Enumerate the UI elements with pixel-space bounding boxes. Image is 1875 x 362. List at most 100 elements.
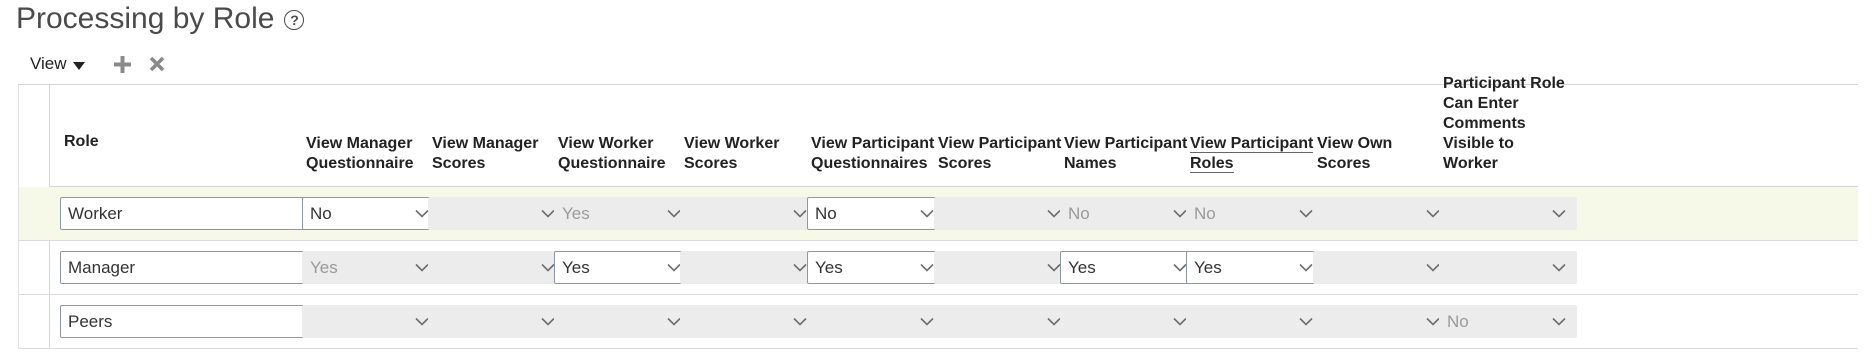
close-icon [149, 56, 164, 72]
participant-role-comments-select [1439, 197, 1577, 230]
column-header-view-worker-scores: View Worker Scores [684, 134, 810, 174]
page-title: Processing by Role [16, 2, 275, 35]
toolbar: View [30, 50, 169, 78]
view-participant-names-select [1060, 305, 1198, 338]
view-menu[interactable]: View [30, 54, 85, 74]
view-manager-scores-select [428, 251, 566, 284]
view-participant-scores-select [934, 251, 1072, 284]
column-header-participant-role-comments: Participant Role Can Enter Comments Visi… [1443, 74, 1569, 174]
view-participant-names-select[interactable]: Yes [1060, 251, 1198, 284]
chevron-down-icon[interactable] [1173, 263, 1187, 272]
column-header-view-own-scores: View Own Scores [1317, 134, 1443, 174]
view-manager-questionnaire-select: Yes [302, 251, 440, 284]
column-header-label: View Participant Roles [1190, 135, 1314, 173]
row-selector[interactable] [19, 241, 50, 295]
view-manager-scores-select [428, 197, 566, 230]
chevron-down-icon[interactable] [920, 209, 934, 218]
chevron-down-icon [1047, 209, 1061, 218]
select-value: Yes [1194, 258, 1222, 277]
chevron-down-icon [667, 209, 681, 218]
column-header-label: View Participant Scores [938, 135, 1062, 172]
role-select[interactable]: Worker [60, 197, 337, 230]
chevron-down-icon[interactable] [920, 263, 934, 272]
chevron-down-icon [541, 263, 555, 272]
chevron-down-icon [1552, 263, 1566, 272]
select-value: No [815, 204, 837, 223]
column-header-label: View Own Scores [1317, 135, 1393, 172]
select-value: No [310, 204, 332, 223]
column-header-view-manager-scores: View Manager Scores [432, 134, 558, 174]
view-worker-questionnaire-select[interactable]: Yes [554, 251, 692, 284]
table-row: Manager Yes Yes Yes Yes Yes [50, 241, 1858, 295]
view-participant-questionnaires-select[interactable]: Yes [807, 251, 945, 284]
view-worker-scores-select [680, 251, 818, 284]
participant-role-comments-select [1439, 251, 1577, 284]
chevron-down-icon [920, 317, 934, 326]
column-header-label: View Participant Questionnaires [811, 135, 935, 172]
chevron-down-icon[interactable] [415, 209, 429, 218]
column-header-label: View Worker Scores [684, 135, 780, 172]
caret-down-icon [72, 61, 85, 70]
add-row-button[interactable] [111, 52, 135, 76]
chevron-down-icon [1173, 209, 1187, 218]
view-participant-scores-select [934, 197, 1072, 230]
select-value: Yes [562, 258, 590, 277]
view-participant-names-select: No [1060, 197, 1198, 230]
view-worker-scores-select [680, 197, 818, 230]
chevron-down-icon[interactable] [667, 263, 681, 272]
chevron-down-icon [1173, 317, 1187, 326]
view-worker-scores-select [680, 305, 818, 338]
select-value: Yes [562, 204, 590, 223]
view-participant-scores-select [934, 305, 1072, 338]
view-participant-questionnaires-select[interactable]: No [807, 197, 945, 230]
chevron-down-icon [1552, 317, 1566, 326]
select-value: Manager [68, 258, 136, 277]
view-participant-roles-select: No [1186, 197, 1324, 230]
view-menu-label: View [30, 54, 67, 73]
column-header-view-participant-scores: View Participant Scores [938, 134, 1064, 174]
select-value: No [1068, 204, 1090, 223]
view-participant-roles-select [1186, 305, 1324, 338]
column-header-label: Role [64, 133, 99, 150]
chevron-down-icon[interactable] [1299, 263, 1313, 272]
help-icon[interactable]: ? [284, 10, 305, 30]
chevron-down-icon [415, 317, 429, 326]
plus-icon [114, 55, 132, 73]
view-own-scores-select [1313, 197, 1451, 230]
select-value: Yes [815, 258, 843, 277]
view-participant-questionnaires-select [807, 305, 945, 338]
chevron-down-icon [1047, 263, 1061, 272]
page-title-container: Processing by Role ? [16, 0, 305, 38]
role-select[interactable]: Peers [60, 305, 337, 338]
role-select[interactable]: Manager [60, 251, 337, 284]
chevron-down-icon [1299, 317, 1313, 326]
chevron-down-icon [541, 317, 555, 326]
delete-row-button[interactable] [145, 52, 169, 76]
select-value: Yes [1068, 258, 1096, 277]
chevron-down-icon [1047, 317, 1061, 326]
column-header-label: View Participant Names [1064, 135, 1188, 172]
row-selector[interactable] [19, 295, 50, 349]
select-value: Yes [310, 258, 338, 277]
column-header-label: View Manager Questionnaire [306, 135, 414, 172]
column-header-view-participant-questionnaires: View Participant Questionnaires [811, 134, 937, 174]
chevron-down-icon [793, 317, 807, 326]
view-worker-questionnaire-select: Yes [554, 197, 692, 230]
select-value: No [1447, 312, 1469, 331]
select-value: Worker [68, 204, 123, 223]
column-header-view-participant-roles: View Participant Roles [1190, 134, 1316, 174]
chevron-down-icon [667, 317, 681, 326]
view-participant-roles-select[interactable]: Yes [1186, 251, 1324, 284]
chevron-down-icon [541, 209, 555, 218]
chevron-down-icon [1552, 209, 1566, 218]
chevron-down-icon [1299, 209, 1313, 218]
chevron-down-icon [1426, 317, 1440, 326]
chevron-down-icon [793, 209, 807, 218]
select-value: No [1194, 204, 1216, 223]
participant-role-comments-select: No [1439, 305, 1577, 338]
view-manager-questionnaire-select[interactable]: No [302, 197, 440, 230]
row-selector[interactable] [19, 187, 50, 241]
column-header-view-participant-names: View Participant Names [1064, 134, 1190, 174]
view-manager-scores-select [428, 305, 566, 338]
role-processing-table: Role View Manager Questionnaire View Manag… [18, 75, 1858, 349]
